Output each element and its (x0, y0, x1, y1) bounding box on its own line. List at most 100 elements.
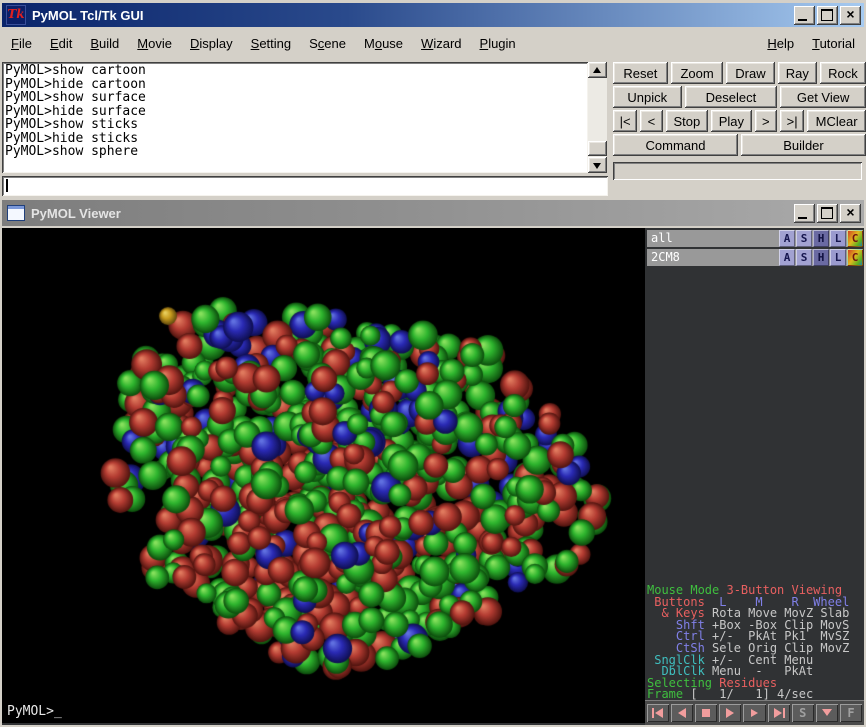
vcr-s-button[interactable]: S (792, 704, 814, 722)
menu-tutorial[interactable]: Tutorial (803, 29, 864, 58)
scroll-down-button[interactable] (588, 157, 607, 173)
c-menu-button[interactable]: C (847, 249, 863, 266)
stop-button[interactable]: Stop (666, 110, 709, 132)
play-button[interactable]: Play (711, 110, 752, 132)
close-icon: × (840, 204, 861, 223)
vcr-stop-button[interactable] (695, 704, 717, 722)
history-line: PyMOL>show surface (5, 91, 588, 105)
vcr-skip-end-button[interactable] (768, 704, 790, 722)
menu-setting[interactable]: Setting (242, 29, 300, 58)
gui-window-title: PyMOL Tcl/Tk GUI (32, 8, 794, 23)
molecule-sphere-render[interactable] (2, 228, 645, 723)
play-icon (723, 708, 737, 718)
mouse-mode-panel[interactable]: Mouse Mode 3-Button Viewing Buttons L M … (647, 585, 864, 701)
vcr-step-forward-button[interactable] (743, 704, 765, 722)
maximize-button[interactable] (817, 6, 838, 25)
mclear-button[interactable]: MClear (807, 110, 866, 132)
h-menu-button[interactable]: H (813, 230, 829, 247)
menu-mouse[interactable]: Mouse (355, 29, 412, 58)
-button[interactable]: > (755, 110, 777, 132)
minimize-icon (798, 19, 807, 21)
scrollbar-thumb[interactable] (588, 141, 607, 156)
history-line: PyMOL>show cartoon (5, 64, 588, 78)
text-caret (6, 179, 8, 192)
minimize-icon (798, 217, 807, 219)
-button[interactable]: >| (780, 110, 804, 132)
menu-help[interactable]: Help (758, 29, 803, 58)
menu-build[interactable]: Build (81, 29, 128, 58)
reset-button[interactable]: Reset (613, 62, 668, 84)
vcr-f-button[interactable]: F (840, 704, 862, 722)
vcr-fullscreen-down-button[interactable] (816, 704, 838, 722)
menu-plugin[interactable]: Plugin (471, 29, 525, 58)
menu-display[interactable]: Display (181, 29, 242, 58)
history-line: PyMOL>show sticks (5, 118, 588, 132)
deselect-button[interactable]: Deselect (685, 86, 778, 108)
3d-viewport[interactable]: PyMOL>_ (2, 228, 645, 723)
button-row: UnpickDeselectGet View (613, 86, 866, 108)
vcr-step-back-button[interactable] (671, 704, 693, 722)
builder-button[interactable]: Builder (741, 134, 866, 156)
object-row-2cm8: 2CM8ASHLC (647, 249, 863, 266)
pymol-screen: Tk PyMOL Tcl/Tk GUI × FileEditBuildMovie… (0, 0, 866, 727)
-button[interactable]: |< (613, 110, 637, 132)
scroll-up-button[interactable] (588, 62, 607, 78)
draw-button[interactable]: Draw (726, 62, 774, 84)
a-menu-button[interactable]: A (779, 230, 795, 247)
l-menu-button[interactable]: L (830, 230, 846, 247)
object-name[interactable]: all (647, 230, 779, 247)
skip-start-icon (651, 708, 665, 718)
viewer-command-prompt[interactable]: PyMOL>_ (7, 704, 62, 719)
close-button[interactable]: × (840, 6, 861, 25)
stop-icon (699, 708, 713, 718)
control-sidebar: allASHLC2CM8ASHLC Mouse Mode 3-Button Vi… (645, 228, 864, 725)
zoom-button[interactable]: Zoom (671, 62, 724, 84)
s-menu-button[interactable]: S (796, 249, 812, 266)
viewer-minimize-button[interactable] (794, 204, 815, 223)
object-name[interactable]: 2CM8 (647, 249, 779, 266)
s-menu-button[interactable]: S (796, 230, 812, 247)
command-history[interactable]: PyMOL>show cartoonPyMOL>hide cartoonPyMO… (2, 62, 588, 173)
window-icon (7, 205, 25, 221)
gui-button-panel: ResetZoomDrawRayRockUnpickDeselectGet Vi… (613, 62, 866, 196)
gui-titlebar[interactable]: Tk PyMOL Tcl/Tk GUI × (2, 3, 864, 27)
viewer-window: PyMOL Viewer × PyMOL>_ allASHLC2CM8ASHLC… (0, 198, 866, 727)
vcr-f-button-label: F (847, 704, 854, 722)
viewer-maximize-button[interactable] (817, 204, 838, 223)
a-menu-button[interactable]: A (779, 249, 795, 266)
menu-movie[interactable]: Movie (128, 29, 181, 58)
-button[interactable]: < (640, 110, 662, 132)
viewer-body: PyMOL>_ allASHLC2CM8ASHLC Mouse Mode 3-B… (2, 228, 864, 725)
history-line: PyMOL>hide surface (5, 105, 588, 119)
object-row-all: allASHLC (647, 230, 863, 247)
vcr-play-button[interactable] (719, 704, 741, 722)
close-icon: × (840, 6, 861, 25)
command-button[interactable]: Command (613, 134, 738, 156)
minimize-button[interactable] (794, 6, 815, 25)
vcr-skip-start-button[interactable] (647, 704, 669, 722)
tk-logo-icon: Tk (6, 5, 26, 25)
rock-button[interactable]: Rock (820, 62, 866, 84)
viewer-close-button[interactable]: × (840, 204, 861, 223)
history-scrollbar[interactable] (588, 62, 607, 173)
l-menu-button[interactable]: L (830, 249, 846, 266)
command-input[interactable] (2, 176, 608, 196)
h-menu-button[interactable]: H (813, 249, 829, 266)
ray-button[interactable]: Ray (778, 62, 817, 84)
menu-scene[interactable]: Scene (300, 29, 355, 58)
menu-wizard[interactable]: Wizard (412, 29, 470, 58)
object-actions: ASHLC (779, 230, 863, 247)
button-row: ResetZoomDrawRayRock (613, 62, 866, 84)
skip-end-icon (772, 708, 786, 718)
maximize-icon (821, 207, 833, 219)
gui-menubar: FileEditBuildMovieDisplaySettingSceneMou… (2, 28, 864, 59)
step-back-icon (675, 708, 689, 718)
get-view-button[interactable]: Get View (780, 86, 866, 108)
menu-edit[interactable]: Edit (41, 29, 81, 58)
viewer-window-title: PyMOL Viewer (31, 206, 794, 221)
vcr-s-button-label: S (799, 704, 806, 722)
viewer-titlebar[interactable]: PyMOL Viewer × (2, 200, 864, 226)
unpick-button[interactable]: Unpick (613, 86, 682, 108)
menu-file[interactable]: File (2, 29, 41, 58)
c-menu-button[interactable]: C (847, 230, 863, 247)
